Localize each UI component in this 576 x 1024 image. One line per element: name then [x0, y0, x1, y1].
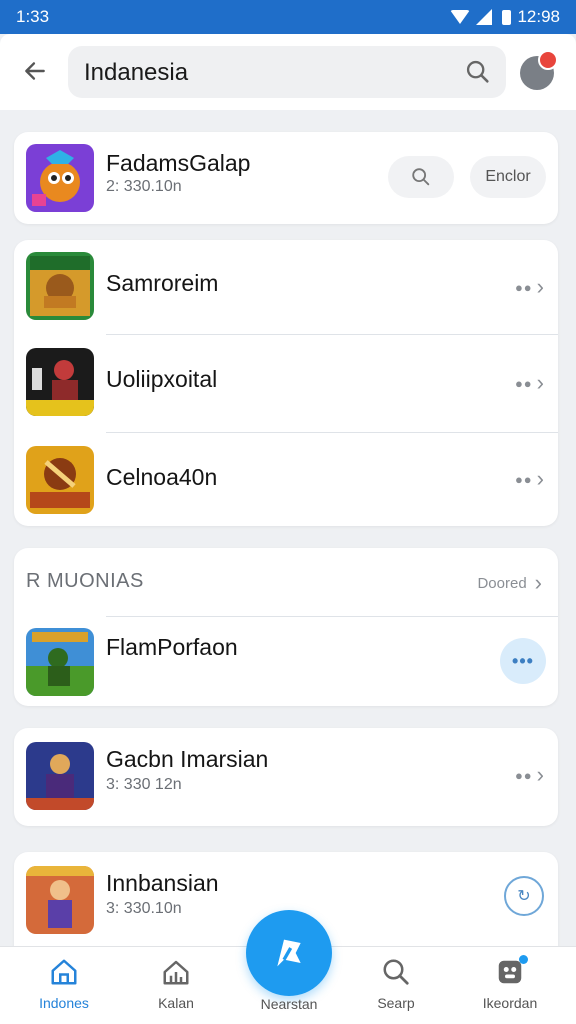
search-icon: [383, 959, 409, 985]
list-item[interactable]: Celnoa40n ●● ›: [14, 432, 558, 528]
search-icon[interactable]: [464, 58, 492, 91]
nav-item-home[interactable]: Indones: [24, 957, 104, 1011]
search-icon: [412, 168, 430, 186]
app-title: Innbansian: [106, 870, 219, 896]
list-item[interactable]: FlamPorfaon •••: [14, 616, 558, 706]
enclor-button[interactable]: Enclor: [470, 156, 546, 198]
divider: [106, 334, 558, 335]
house-chart-icon: [163, 960, 189, 985]
enclor-label: Enclor: [485, 168, 531, 185]
app-title: FadamsGalap: [106, 150, 251, 176]
app-title: Uoliipxoital: [106, 366, 218, 392]
app-icon-celnoa40n: [26, 446, 94, 514]
app-icon-uoliipxoital: [26, 348, 94, 416]
dots-icon: ●●: [514, 767, 533, 783]
list-item[interactable]: Uoliipxoital ●● ›: [14, 336, 558, 432]
section-link-label: Doored: [477, 574, 527, 592]
dots-icon: ●●: [514, 471, 533, 487]
nav-label: Kalan: [158, 995, 194, 1011]
search-query: Indanesia: [84, 59, 189, 86]
featured-card[interactable]: FadamsGalap 2: 330.10n Enclor: [14, 132, 558, 224]
app-icon-samroreim: [26, 252, 94, 320]
dots-icon: ●●: [514, 279, 533, 295]
more-options-button[interactable]: •••: [500, 638, 546, 684]
nav-item-games[interactable]: Ikeordan: [470, 955, 550, 1011]
signal-icon: [476, 9, 493, 25]
nav-label: Indones: [39, 995, 89, 1011]
chevron-right-icon: ›: [536, 762, 544, 787]
wifi-icon: [450, 10, 471, 24]
nav-item-search[interactable]: Searp: [356, 957, 436, 1011]
app-subtitle: 2: 330.10n: [106, 178, 182, 195]
search-input[interactable]: Indanesia: [68, 46, 506, 98]
app-bar: Indanesia: [0, 34, 576, 110]
dots-icon: •••: [512, 650, 534, 671]
chevron-right-icon: ›: [536, 274, 544, 299]
center-action-button[interactable]: [246, 910, 332, 996]
app-icon-gacbn: [26, 742, 94, 810]
status-right-text: 12:98: [517, 7, 560, 26]
chevron-right-icon: ›: [536, 466, 544, 491]
search-pill-button[interactable]: [388, 156, 454, 198]
back-button[interactable]: [18, 54, 52, 88]
chevron-right-icon: ›: [536, 370, 544, 395]
home-icon: [51, 959, 77, 985]
nav-label: Nearstan: [260, 996, 318, 1012]
dots-icon: ●●: [514, 375, 533, 391]
app-icon-fadamsgalap: [26, 144, 94, 212]
refresh-button[interactable]: ↻: [504, 876, 544, 916]
app-title: Samroreim: [106, 270, 219, 296]
notification-badge: [538, 50, 558, 70]
notification-dot: [519, 955, 528, 964]
app-card[interactable]: Gacbn Imarsian 3: 330 12n ●● ›: [14, 728, 558, 826]
arrow-left-icon: [25, 62, 45, 80]
status-time: 1:33: [16, 7, 50, 26]
app-subtitle: 3: 330 12n: [106, 776, 182, 793]
nav-label: Ikeordan: [482, 995, 538, 1011]
more-options-button[interactable]: ●● ›: [515, 764, 544, 786]
list-item[interactable]: Samroreim ●● ›: [14, 240, 558, 336]
nav-item-kalan[interactable]: Kalan: [136, 957, 216, 1011]
chevron-right-icon: ›: [534, 570, 542, 595]
app-title: FlamPorfaon: [106, 634, 238, 660]
app-icon-innbansian: [26, 866, 94, 934]
app-icon-flamporfaon: [26, 628, 94, 696]
status-icons: 12:98: [450, 7, 560, 27]
more-options-button[interactable]: ●● ›: [515, 372, 544, 394]
refresh-icon: ↻: [517, 888, 531, 905]
battery-icon: [502, 9, 512, 25]
more-options-button[interactable]: ●● ›: [515, 276, 544, 298]
section-header: R MUONIAS: [26, 570, 144, 592]
app-title: Gacbn Imarsian: [106, 746, 269, 772]
app-subtitle: 3: 330.10n: [106, 900, 182, 917]
app-list-card: Samroreim ●● › Uoliipxoital ●● › Celnoa40n…: [14, 240, 558, 526]
status-bar: 1:33 12:98: [0, 0, 576, 34]
nav-label: Searp: [377, 995, 415, 1011]
section-card: R MUONIAS Doored › FlamPorfaon •••: [14, 548, 558, 706]
section-link-button[interactable]: Doored ›: [477, 572, 542, 594]
app-title: Celnoa40n: [106, 464, 218, 490]
more-options-button[interactable]: ●● ›: [515, 468, 544, 490]
flag-icon: [277, 939, 301, 967]
profile-button[interactable]: [520, 50, 558, 90]
